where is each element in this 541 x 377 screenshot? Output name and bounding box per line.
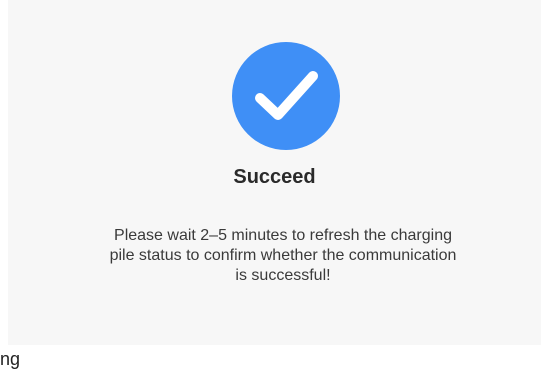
success-message: Please wait 2–5 minutes to refresh the c…	[109, 227, 457, 284]
success-title: Succeed	[233, 166, 316, 188]
success-dialog: Succeed Please wait 2–5 minutes to refre…	[8, 0, 541, 345]
success-check-icon	[232, 42, 340, 150]
truncated-bottom-label: ng	[0, 349, 21, 369]
